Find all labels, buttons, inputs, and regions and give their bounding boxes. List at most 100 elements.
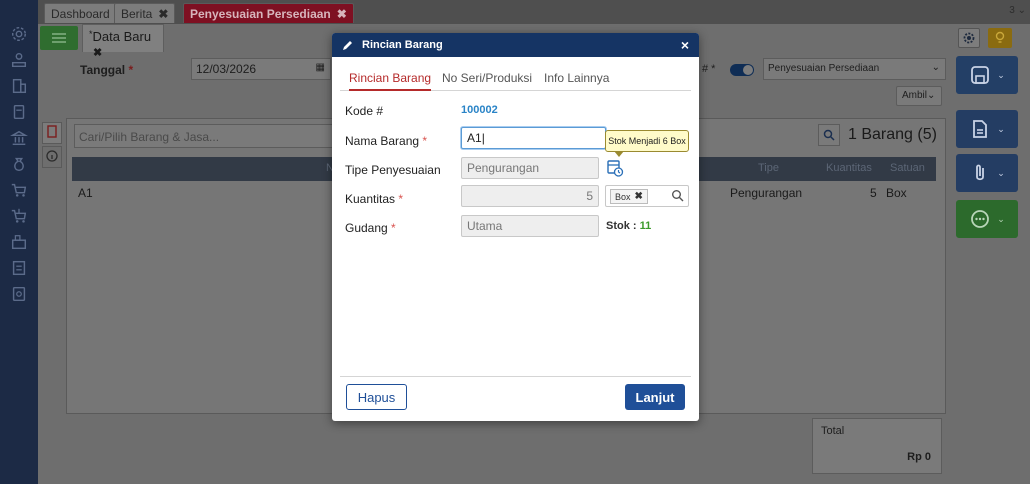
chevron-down-icon: ⌄	[927, 90, 936, 101]
continue-button[interactable]: Lanjut	[625, 384, 685, 410]
save-button[interactable]: ⌄	[956, 56, 1018, 94]
tab-label: Dashboard	[51, 6, 110, 21]
col-satuan: Satuan	[890, 162, 925, 174]
clipboard-icon[interactable]	[9, 102, 29, 122]
delete-button[interactable]: Hapus	[346, 384, 407, 410]
tanggal-field[interactable]: 12/03/2026 ▦	[191, 58, 331, 80]
remove-icon[interactable]: ✖	[635, 191, 643, 202]
item-search-input[interactable]: Cari/Pilih Barang & Jasa...	[74, 124, 374, 148]
cell-tipe: Pengurangan	[730, 186, 803, 200]
chevron-down-icon: ⌄	[997, 213, 1005, 224]
stock-info: Stok : 11	[606, 220, 652, 232]
settings-button[interactable]	[958, 28, 980, 48]
auto-number-toggle[interactable]	[730, 64, 754, 76]
close-icon[interactable]: ✖	[337, 4, 347, 24]
stock-tooltip: Stok Menjadi 6 Box	[605, 130, 689, 157]
kuantitas-input[interactable]: 5	[461, 185, 599, 207]
info-icon	[46, 150, 58, 162]
col-kuantitas: Kuantitas	[826, 162, 872, 174]
attachment-button[interactable]: ⌄	[956, 154, 1018, 192]
adjustment-type-value: Penyesuaian Persediaan	[768, 63, 880, 74]
tab-penyesuaian-persediaan[interactable]: Penyesuaian Persediaan ✖	[183, 3, 354, 23]
tab-info-lainnya[interactable]: Info Lainnya	[544, 71, 609, 89]
settings-gear-icon[interactable]	[9, 24, 29, 44]
close-icon[interactable]: ✖	[158, 4, 168, 24]
tipe-penyesuaian-value: Pengurangan	[467, 161, 540, 175]
dialog-footer-divider	[340, 376, 691, 377]
more-actions-button[interactable]: ⌄	[956, 200, 1018, 238]
pencil-icon	[343, 41, 352, 50]
left-sidebar	[0, 0, 38, 484]
money-bag-icon[interactable]	[9, 154, 29, 174]
total-label: Total	[821, 425, 845, 437]
more-icon	[971, 210, 990, 228]
print-button[interactable]: ⌄	[956, 110, 1018, 148]
ambil-button[interactable]: Ambil⌄	[896, 86, 942, 106]
cart-sales-icon[interactable]	[9, 206, 29, 226]
total-box: Total Rp 0	[812, 418, 942, 474]
nama-barang-label: Nama Barang *	[345, 134, 428, 148]
tanggal-label: Tanggal *	[80, 63, 134, 77]
col-tipe: Tipe	[758, 162, 779, 174]
tab-dashboard[interactable]: Dashboard	[44, 3, 117, 23]
gear-icon	[963, 32, 975, 44]
gudang-field[interactable]: Utama	[461, 215, 599, 237]
cell-name: A1	[78, 186, 93, 200]
tab-no-seri-produksi[interactable]: No Seri/Produksi	[442, 71, 532, 89]
list-menu-button[interactable]	[40, 26, 78, 50]
item-detail-dialog: Rincian Barang × Rincian Barang No Seri/…	[332, 33, 699, 421]
dialog-tabs: Rincian Barang No Seri/Produksi Info Lai…	[340, 71, 691, 91]
kode-value: 100002	[461, 104, 498, 116]
stock-calculator-icon[interactable]	[605, 158, 625, 178]
floppy-icon	[971, 66, 990, 84]
number-label-tail: # *	[702, 63, 716, 75]
chevron-down-icon: ⌄	[997, 167, 1005, 178]
tanggal-value: 12/03/2026	[196, 62, 257, 76]
document-icon	[973, 120, 988, 138]
people-icon[interactable]	[9, 50, 29, 70]
cart-icon[interactable]	[9, 180, 29, 200]
search-icon[interactable]	[671, 189, 684, 202]
chevron-down-icon: ⌄	[931, 62, 940, 73]
tab-strip: Dashboard Berita ✖ Penyesuaian Persediaa…	[38, 0, 1030, 24]
tab-data-baru[interactable]: *Data Baru ✖	[82, 24, 164, 59]
lightbulb-icon	[995, 31, 1005, 43]
unit-chip-label: Box	[615, 191, 631, 202]
tab-rincian-barang[interactable]: Rincian Barang	[349, 71, 432, 91]
search-button[interactable]	[818, 124, 840, 146]
report-icon[interactable]	[9, 258, 29, 278]
tab-count[interactable]: 3 ⌄	[1009, 5, 1026, 16]
nama-barang-input[interactable]: A1|	[461, 127, 606, 149]
close-icon[interactable]: ✖	[93, 47, 102, 59]
item-count-text: 1 Barang (5)	[848, 126, 937, 143]
document-icon	[47, 125, 57, 138]
cell-satuan: Box	[886, 186, 907, 200]
kode-label: Kode #	[345, 104, 384, 118]
calendar-icon[interactable]: ▦	[316, 62, 325, 73]
tips-button[interactable]	[988, 28, 1012, 48]
side-tab-info[interactable]	[42, 146, 62, 168]
warehouse-icon[interactable]	[9, 232, 29, 252]
building-icon[interactable]	[9, 76, 29, 96]
unit-select[interactable]: Box ✖	[605, 185, 689, 207]
item-count: 1 Barang (5)	[818, 124, 937, 146]
side-tab-document[interactable]	[42, 122, 62, 144]
tipe-penyesuaian-label: Tipe Penyesuaian	[345, 163, 441, 177]
tab-berita[interactable]: Berita ✖	[114, 3, 176, 24]
total-value: Rp 0	[907, 451, 931, 463]
dialog-header: Rincian Barang ×	[332, 33, 699, 57]
bank-icon[interactable]	[9, 128, 29, 148]
tooltip-text: Stok Menjadi 6 Box	[608, 136, 686, 146]
dialog-title: Rincian Barang	[362, 39, 443, 51]
paperclip-icon	[976, 164, 985, 181]
close-icon[interactable]: ×	[681, 37, 689, 53]
kuantitas-label: Kuantitas *	[345, 192, 404, 206]
tab-label: Berita	[121, 6, 153, 21]
adjustment-type-select[interactable]: Penyesuaian Persediaan ⌄	[763, 58, 946, 80]
ambil-label: Ambil	[902, 90, 928, 101]
gudang-label: Gudang *	[345, 221, 396, 235]
tax-document-icon[interactable]	[9, 284, 29, 304]
cell-kuantitas: 5	[870, 186, 877, 200]
list-icon	[52, 33, 66, 43]
kuantitas-value: 5	[586, 189, 593, 203]
